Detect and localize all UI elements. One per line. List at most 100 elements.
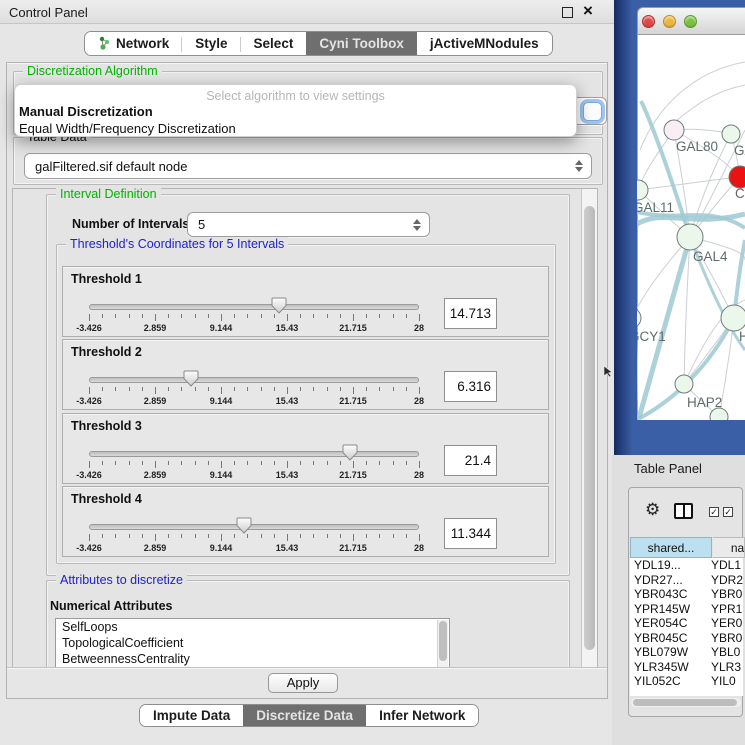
network-node-gal4[interactable] <box>677 224 703 250</box>
scrollbar-thumb[interactable] <box>584 206 595 650</box>
algorithm-combo-spinner[interactable] <box>583 102 602 121</box>
combo-spinner-icon[interactable] <box>572 160 586 172</box>
table-row[interactable]: YBL079WYBL0 <box>630 645 743 660</box>
tab-discretize-data[interactable]: Discretize Data <box>243 705 366 726</box>
tab-cyni-toolbox[interactable]: Cyni Toolbox <box>306 32 417 55</box>
table-header-name[interactable]: na <box>713 537 745 558</box>
threshold-label: Threshold 1 <box>71 272 142 286</box>
tick-mark <box>340 461 341 465</box>
tick-mark <box>168 387 169 391</box>
slider-track[interactable] <box>89 304 419 310</box>
cell-name: YER0 <box>711 616 743 631</box>
tab-select[interactable]: Select <box>241 32 307 55</box>
tick-mark <box>313 314 314 318</box>
num-intervals-label: Number of Intervals <box>72 217 189 231</box>
tick-mark <box>327 461 328 465</box>
numerical-attributes-heading: Numerical Attributes <box>50 599 172 613</box>
table-row[interactable]: YDR27...YDR2 <box>630 573 743 588</box>
tab-label: jActiveMNodules <box>430 36 539 51</box>
network-edge[interactable] <box>637 237 690 318</box>
table-row[interactable]: YDL19...YDL1 <box>630 558 743 573</box>
tab-infer-network[interactable]: Infer Network <box>366 705 478 726</box>
threshold-value-field[interactable]: 21.4 <box>444 445 497 476</box>
slider-track[interactable] <box>89 377 419 383</box>
tab-network[interactable]: Network <box>85 32 182 55</box>
tab-style[interactable]: Style <box>182 32 240 55</box>
slider-thumb[interactable] <box>183 370 199 392</box>
tick-mark <box>327 387 328 391</box>
threshold-value-field[interactable]: 6.316 <box>444 371 497 402</box>
node-label-h: H <box>739 329 745 344</box>
close-traffic-light[interactable] <box>642 15 655 28</box>
split-columns-icon[interactable] <box>674 503 693 519</box>
tick-mark <box>142 314 143 318</box>
num-intervals-value: 5 <box>188 217 410 232</box>
attribute-item[interactable]: SelfLoops <box>56 619 449 635</box>
tab-impute-data[interactable]: Impute Data <box>140 705 243 726</box>
network-node-hap2[interactable] <box>675 375 693 393</box>
tick-mark <box>142 461 143 465</box>
attributes-list[interactable]: SelfLoopsTopologicalCoefficientBetweenne… <box>55 618 450 668</box>
close-icon[interactable]: × <box>583 1 593 21</box>
table-row[interactable]: YPR145WYPR1 <box>630 602 743 617</box>
table-row[interactable]: YBR045CYBR0 <box>630 631 743 646</box>
table-row[interactable]: YBR043CYBR0 <box>630 587 743 602</box>
network-node-h[interactable] <box>721 305 745 331</box>
tab-jactivemnodules[interactable]: jActiveMNodules <box>417 32 552 55</box>
attribute-item[interactable]: TopologicalCoefficient <box>56 635 449 651</box>
tick-label: 9.144 <box>199 396 243 406</box>
float-window-icon[interactable] <box>562 7 573 18</box>
apply-button[interactable]: Apply <box>268 673 338 693</box>
threshold-panel-3: Threshold 3-3.4262.8599.14415.4321.71528… <box>62 413 549 484</box>
scrollbar-thumb[interactable] <box>633 699 737 706</box>
cell-name: YDR2 <box>711 573 743 588</box>
slider-track[interactable] <box>89 451 419 457</box>
slider-thumb[interactable] <box>342 444 358 466</box>
vertical-scrollbar[interactable] <box>581 189 597 675</box>
network-graph[interactable]: GAL80GACGAL11GAL4GCY1HHAP2 <box>637 35 745 420</box>
zoom-traffic-light[interactable] <box>684 15 697 28</box>
combo-spinner-icon[interactable] <box>410 219 424 231</box>
gear-icon[interactable]: ⚙ <box>645 500 660 520</box>
tick-mark <box>195 461 196 465</box>
network-edge[interactable] <box>638 177 740 190</box>
network-edge[interactable] <box>676 85 745 121</box>
tick-mark <box>155 534 156 541</box>
attribute-item[interactable]: BetweennessCentrality <box>56 651 449 667</box>
algorithm-group-title: Discretization Algorithm <box>23 64 162 78</box>
checkbox-icon[interactable]: ✓ <box>723 507 733 517</box>
horizontal-scrollbar[interactable] <box>631 698 741 707</box>
threshold-value-field[interactable]: 11.344 <box>444 518 497 549</box>
num-intervals-combo[interactable]: 5 <box>187 212 430 237</box>
slider-track[interactable] <box>89 524 419 530</box>
tick-mark <box>129 314 130 318</box>
table-data-combo[interactable]: galFiltered.sif default node <box>24 153 592 179</box>
minimize-traffic-light[interactable] <box>663 15 676 28</box>
attributes-list-scrollbar[interactable] <box>437 620 448 667</box>
table-row[interactable]: YLR345WYLR3 <box>630 660 743 675</box>
tick-label: 28 <box>397 543 441 553</box>
node-label-gal4: GAL4 <box>693 249 728 264</box>
network-node-gal80[interactable] <box>664 120 684 140</box>
table-header-shared-name[interactable]: shared... <box>630 537 712 558</box>
table-row[interactable]: YER054CYER0 <box>630 616 743 631</box>
table-row[interactable]: YIL052CYIL0 <box>630 674 743 689</box>
tick-mark <box>234 461 235 465</box>
slider-thumb[interactable] <box>271 297 287 319</box>
tick-mark <box>300 387 301 391</box>
cell-shared-name: YLR345W <box>630 660 711 675</box>
network-node-red[interactable] <box>729 166 745 188</box>
tick-mark <box>221 314 222 321</box>
tick-mark <box>115 314 116 318</box>
network-node-ga[interactable] <box>722 125 740 143</box>
tick-mark <box>221 387 222 394</box>
checkbox-icon[interactable]: ✓ <box>709 507 719 517</box>
tick-label: 15.43 <box>265 396 309 406</box>
slider-thumb[interactable] <box>236 517 252 539</box>
threshold-value-field[interactable]: 14.713 <box>444 298 497 329</box>
algorithm-option-equal-width[interactable]: Equal Width/Frequency Discretization <box>19 121 236 136</box>
algorithm-option-manual[interactable]: Manual Discretization <box>19 104 153 119</box>
network-node-gcy1[interactable] <box>637 308 641 328</box>
cell-shared-name: YIL052C <box>630 674 711 689</box>
table-data-value: galFiltered.sif default node <box>25 159 572 174</box>
